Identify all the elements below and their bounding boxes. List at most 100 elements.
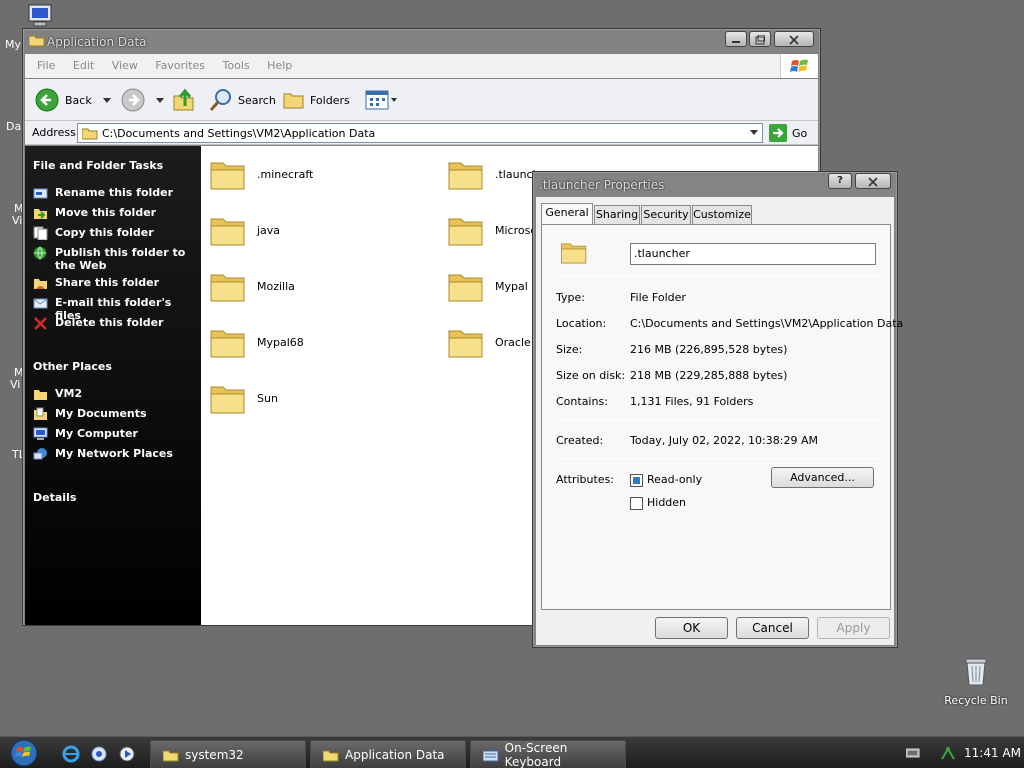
folder-name: Mypal68 [257,335,304,349]
cancel-button[interactable]: Cancel [736,617,809,639]
folder-item[interactable]: Oracle [447,322,531,362]
size-label: Size: [556,343,583,356]
folder-item[interactable]: java [209,210,280,250]
folder-icon [448,274,483,302]
quicklaunch-ie[interactable] [62,745,80,766]
tray-network-icon[interactable] [940,745,956,764]
dropdown-arrow-icon[interactable] [749,129,759,137]
back-button[interactable]: Back [35,85,114,115]
place-my-documents[interactable]: My Documents [33,407,147,421]
taskbar-button-osk[interactable]: On-Screen Keyboard [470,740,626,768]
maximize-button[interactable] [749,31,771,47]
menu-file[interactable]: File [37,59,55,72]
up-folder-icon [173,88,194,111]
start-button[interactable] [8,739,40,767]
clock[interactable]: 11:41 AM [964,746,1021,760]
created-label: Created: [556,434,604,447]
task-move-label: Move this folder [55,206,157,219]
back-label: Back [65,93,92,107]
folder-icon [29,35,45,47]
dialog-title-bar[interactable]: .tlauncher Properties ? [533,172,897,196]
ok-button[interactable]: OK [655,617,728,639]
folder-item[interactable]: Mypal [447,266,528,306]
taskbar-button-system32[interactable]: system32 [150,740,306,768]
tab-sharing[interactable]: Sharing [594,205,640,224]
folders-button[interactable]: Folders [283,85,350,115]
task-share[interactable]: Share this folder [33,276,159,290]
contains-label: Contains: [556,395,608,408]
desktop-icon-my-computer[interactable] [26,4,54,28]
close-button[interactable] [774,31,814,47]
quicklaunch-show-desktop[interactable] [90,745,108,766]
folder-icon [210,162,245,190]
apply-button[interactable]: Apply [817,617,890,639]
task-publish[interactable]: Publish this folder to the Web [33,246,193,272]
globe-icon [33,246,47,260]
menu-favorites[interactable]: Favorites [155,59,205,72]
menu-view[interactable]: View [112,59,138,72]
advanced-button[interactable]: Advanced... [771,467,874,488]
contains-value: 1,131 Files, 91 Folders [630,395,754,408]
tab-general[interactable]: General [541,203,593,224]
hidden-checkbox[interactable] [630,497,643,510]
close-icon [789,35,799,45]
up-folder-button[interactable] [173,85,195,115]
readonly-checkbox[interactable] [630,474,643,487]
media-player-icon [119,746,135,762]
folder-icon [34,390,47,400]
go-label: Go [792,126,808,140]
taskbar-button-application-data[interactable]: Application Data [310,740,466,768]
task-publish-label: Publish this folder to the Web [55,246,186,272]
type-value: File Folder [630,291,686,304]
minimize-button[interactable] [725,31,747,47]
address-value: C:\Documents and Settings\VM2\Applicatio… [102,127,376,140]
recycle-bin[interactable]: Recycle Bin [940,656,1012,710]
folder-name-value: .tlauncher [634,247,690,260]
tray-keyboard-icon[interactable] [905,747,920,762]
taskbar-button-label: system32 [185,748,244,762]
dialog-close-button[interactable] [855,173,891,189]
go-button[interactable]: Go [769,124,807,142]
forward-button[interactable] [121,85,167,115]
tab-security[interactable]: Security [641,205,691,224]
folder-item[interactable]: .minecraft [209,154,313,194]
place-my-network[interactable]: My Network Places [33,447,173,461]
address-label: Address [32,126,76,139]
task-delete-label: Delete this folder [55,316,164,329]
help-button[interactable]: ? [828,173,852,189]
size-on-disk-value: 218 MB (229,285,888 bytes) [630,369,788,382]
place-vm2[interactable]: VM2 [33,387,82,401]
task-move[interactable]: Move this folder [33,206,156,220]
windows-flag-icon [790,59,808,72]
folders-icon [283,93,304,109]
recycle-bin-label: Recycle Bin [944,694,1008,707]
folders-label: Folders [310,93,350,107]
folder-name-input[interactable]: .tlauncher [630,243,876,265]
task-copy[interactable]: Copy this folder [33,226,154,240]
menu-edit[interactable]: Edit [73,59,94,72]
quicklaunch-media[interactable] [118,745,136,766]
place-my-computer[interactable]: My Computer [33,427,138,441]
menu-help[interactable]: Help [267,59,292,72]
folder-item[interactable]: Microsoft [447,210,545,250]
tab-customize[interactable]: Customize [692,205,752,224]
folder-item[interactable]: Mozilla [209,266,295,306]
delete-icon [34,317,47,330]
folder-item[interactable]: Mypal68 [209,322,304,362]
address-bar: Address C:\Documents and Settings\VM2\Ap… [25,121,818,145]
dropdown-arrow-icon[interactable] [153,95,167,105]
address-field[interactable]: C:\Documents and Settings\VM2\Applicatio… [77,123,763,143]
dropdown-arrow-icon [391,98,397,102]
dropdown-arrow-icon[interactable] [100,95,114,105]
task-delete[interactable]: Delete this folder [33,316,163,330]
tasks-header: File and Folder Tasks [33,159,164,172]
explorer-title-bar[interactable]: Application Data [23,29,820,53]
checkbox-indeterminate-icon [633,477,640,484]
views-button[interactable] [365,85,399,115]
my-documents-icon [34,407,47,420]
search-button[interactable]: Search [209,85,276,115]
task-rename[interactable]: Rename this folder [33,186,173,200]
menu-tools[interactable]: Tools [223,59,250,72]
details-header[interactable]: Details [33,491,76,504]
folder-item[interactable]: Sun [209,378,278,418]
